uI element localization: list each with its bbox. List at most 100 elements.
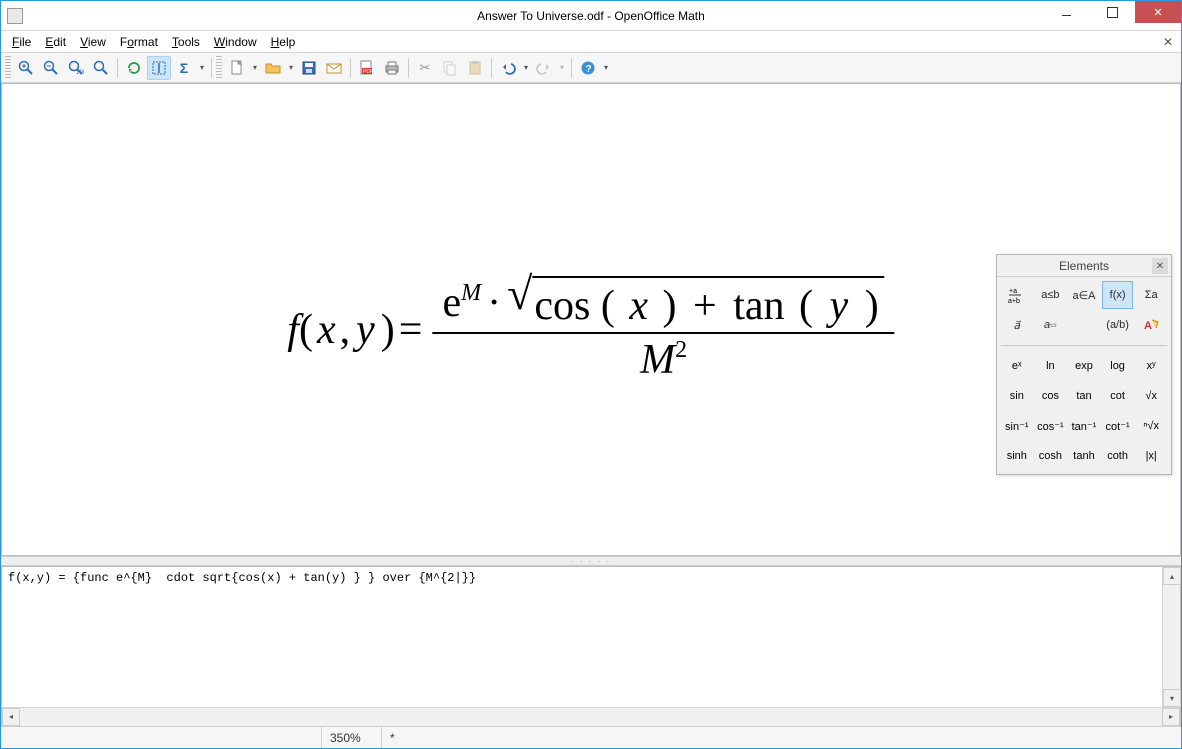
close-button[interactable] [1135,1,1181,23]
open-dropdown[interactable]: ▾ [286,56,296,80]
elements-close-button[interactable]: ✕ [1152,258,1168,274]
func-power[interactable]: xʸ [1135,352,1167,380]
elements-categories: +aa+b a≤b a∈A f(x) Σa a⃗ a▭ (a/b) A [997,277,1171,343]
cat-empty [1068,311,1100,339]
print-button[interactable] [380,56,404,80]
cat-unary-binary[interactable]: +aa+b [1001,281,1033,309]
menu-format[interactable]: Format [113,33,165,51]
formula-cursor-button[interactable] [147,56,171,80]
cat-attributes[interactable]: a⃗ [1001,311,1033,339]
open-button[interactable] [261,56,285,80]
func-tanh[interactable]: tanh [1068,442,1100,470]
zoom-out-button[interactable] [39,56,63,80]
func-arccot[interactable]: cot⁻¹ [1102,412,1134,440]
toolbar-grip[interactable] [216,56,222,80]
func-arcsin[interactable]: sin⁻¹ [1001,412,1033,440]
horizontal-scrollbar[interactable]: ◂ ▸ [2,707,1180,725]
toolbar-separator [117,58,118,78]
refresh-button[interactable] [122,56,146,80]
func-tan[interactable]: tan [1068,382,1100,410]
status-modified: * [381,727,411,748]
func-cosh[interactable]: cosh [1035,442,1067,470]
scroll-right-button[interactable]: ▸ [1162,708,1180,726]
redo-dropdown[interactable]: ▾ [557,56,567,80]
document-close-button[interactable]: ✕ [1159,33,1177,51]
cut-icon: ✂ [417,60,433,76]
elements-panel[interactable]: Elements ✕ +aa+b a≤b a∈A f(x) Σa a⃗ a▭ (… [996,254,1172,475]
func-exp[interactable]: exp [1068,352,1100,380]
splitter[interactable]: · · · · · [1,556,1181,566]
statusbar: 350% * [1,726,1181,748]
cat-relations[interactable]: a≤b [1035,281,1067,309]
zoom-100-icon: 100 [68,60,84,76]
scroll-up-button[interactable]: ▴ [1163,567,1181,585]
func-arccos[interactable]: cos⁻¹ [1035,412,1067,440]
email-button[interactable] [322,56,346,80]
scroll-track[interactable] [20,708,1162,726]
titlebar: Answer To Universe.odf - OpenOffice Math [1,1,1181,31]
cat-others[interactable]: A [1135,311,1167,339]
cat-set-operations[interactable]: a∈A [1068,281,1100,309]
sigma-icon: Σ [176,60,192,76]
toolbar-separator [571,58,572,78]
maximize-button[interactable] [1089,1,1135,23]
toolbar-grip[interactable] [5,56,11,80]
menu-view[interactable]: View [73,33,113,51]
func-log[interactable]: log [1102,352,1134,380]
menu-edit[interactable]: Edit [38,33,73,51]
save-button[interactable] [297,56,321,80]
func-exp-e[interactable]: eˣ [1001,352,1033,380]
func-abs[interactable]: |x| [1135,442,1167,470]
help-button[interactable]: ? [576,56,600,80]
cat-brackets[interactable]: a▭ [1035,311,1067,339]
func-arctan[interactable]: tan⁻¹ [1068,412,1100,440]
undo-button[interactable] [496,56,520,80]
status-zoom[interactable]: 350% [321,727,381,748]
window-title: Answer To Universe.odf - OpenOffice Math [1,9,1181,23]
folder-open-icon [265,60,281,76]
svg-text:100: 100 [76,70,84,76]
menu-file[interactable]: File [5,33,38,51]
redo-button[interactable] [532,56,556,80]
zoom-page-button[interactable] [89,56,113,80]
cat-formats[interactable]: (a/b) [1102,311,1134,339]
zoom-page-icon [93,60,109,76]
formula-view[interactable]: f ( x , y ) = eM · √ cos ( [2,84,1180,555]
command-input[interactable] [2,567,1162,707]
func-cot[interactable]: cot [1102,382,1134,410]
svg-text:PDF: PDF [363,69,373,75]
undo-dropdown[interactable]: ▾ [521,56,531,80]
svg-text:+a: +a [1009,288,1017,295]
func-ln[interactable]: ln [1035,352,1067,380]
func-coth[interactable]: coth [1102,442,1134,470]
new-dropdown[interactable]: ▾ [250,56,260,80]
toolbar-overflow-2[interactable]: ▾ [601,56,611,80]
elements-title[interactable]: Elements ✕ [997,255,1171,277]
toolbar-separator [491,58,492,78]
func-nroot[interactable]: ⁿ√x [1135,412,1167,440]
export-pdf-button[interactable]: PDF [355,56,379,80]
scroll-down-button[interactable]: ▾ [1163,689,1181,707]
func-sinh[interactable]: sinh [1001,442,1033,470]
scroll-left-button[interactable]: ◂ [2,708,20,726]
menu-help[interactable]: Help [264,33,303,51]
paste-button[interactable] [463,56,487,80]
copy-button[interactable] [438,56,462,80]
cat-operators[interactable]: Σa [1135,281,1167,309]
menu-tools[interactable]: Tools [165,33,207,51]
toolbar-overflow[interactable]: ▾ [197,56,207,80]
new-button[interactable] [225,56,249,80]
cut-button[interactable]: ✂ [413,56,437,80]
scroll-track[interactable] [1163,585,1180,689]
vertical-scrollbar[interactable]: ▴ ▾ [1162,567,1180,707]
func-sin[interactable]: sin [1001,382,1033,410]
menu-window[interactable]: Window [207,33,264,51]
symbols-button[interactable]: Σ [172,56,196,80]
content-area: f ( x , y ) = eM · √ cos ( [1,83,1181,556]
minimize-button[interactable] [1043,1,1089,23]
zoom-in-button[interactable] [14,56,38,80]
cat-functions[interactable]: f(x) [1102,281,1134,309]
zoom-100-button[interactable]: 100 [64,56,88,80]
func-sqrt[interactable]: √x [1135,382,1167,410]
func-cos[interactable]: cos [1035,382,1067,410]
